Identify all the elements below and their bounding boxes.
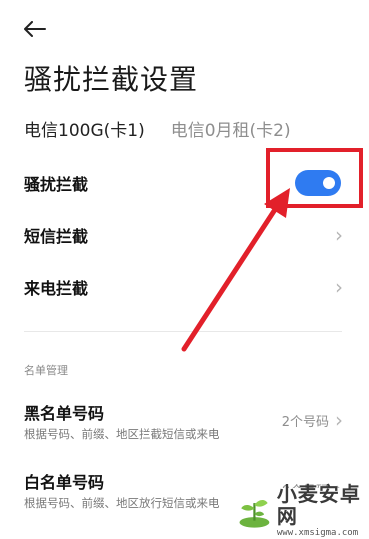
harass-block-label: 骚扰拦截 (24, 175, 89, 194)
watermark: 小麦安卓网 www.xmsigma.com (232, 483, 369, 538)
blacklist-count: 2个号码 › (282, 410, 343, 430)
annotation-highlight-box (266, 148, 363, 208)
chevron-right-icon: › (335, 223, 343, 247)
sprout-logo-icon (239, 500, 270, 528)
blacklist-subtitle: 根据号码、前缀、地区拦截短信或来电 (24, 427, 220, 441)
watermark-name: 小麦安卓网 (276, 482, 361, 528)
chevron-right-icon: › (335, 275, 343, 299)
section-header-list-management: 名单管理 (24, 364, 68, 377)
tab-sim1[interactable]: 电信100G(卡1) (24, 116, 145, 141)
back-button[interactable] (20, 18, 50, 40)
page-title: 骚扰拦截设置 (24, 63, 199, 96)
arrow-left-icon (24, 21, 46, 37)
watermark-url: www.xmsigma.com (276, 528, 359, 538)
sms-block-row[interactable]: 短信拦截 › (0, 209, 369, 261)
chevron-right-icon: › (335, 408, 343, 432)
blacklist-row[interactable]: 黑名单号码 根据号码、前缀、地区拦截短信或来电 2个号码 › (0, 400, 369, 452)
whitelist-title: 白名单号码 (24, 473, 105, 492)
sms-block-label: 短信拦截 (24, 227, 89, 246)
sim-tabs: 电信100G(卡1) 电信0月租(卡2) (24, 116, 291, 141)
blacklist-count-text: 2个号码 (281, 414, 329, 430)
call-block-row[interactable]: 来电拦截 › (0, 261, 369, 313)
call-block-label: 来电拦截 (24, 279, 89, 298)
tab-sim2[interactable]: 电信0月租(卡2) (171, 116, 291, 141)
blacklist-title: 黑名单号码 (24, 404, 105, 423)
whitelist-subtitle: 根据号码、前缀、地区放行短信或来电 (24, 496, 220, 510)
divider (24, 331, 342, 332)
